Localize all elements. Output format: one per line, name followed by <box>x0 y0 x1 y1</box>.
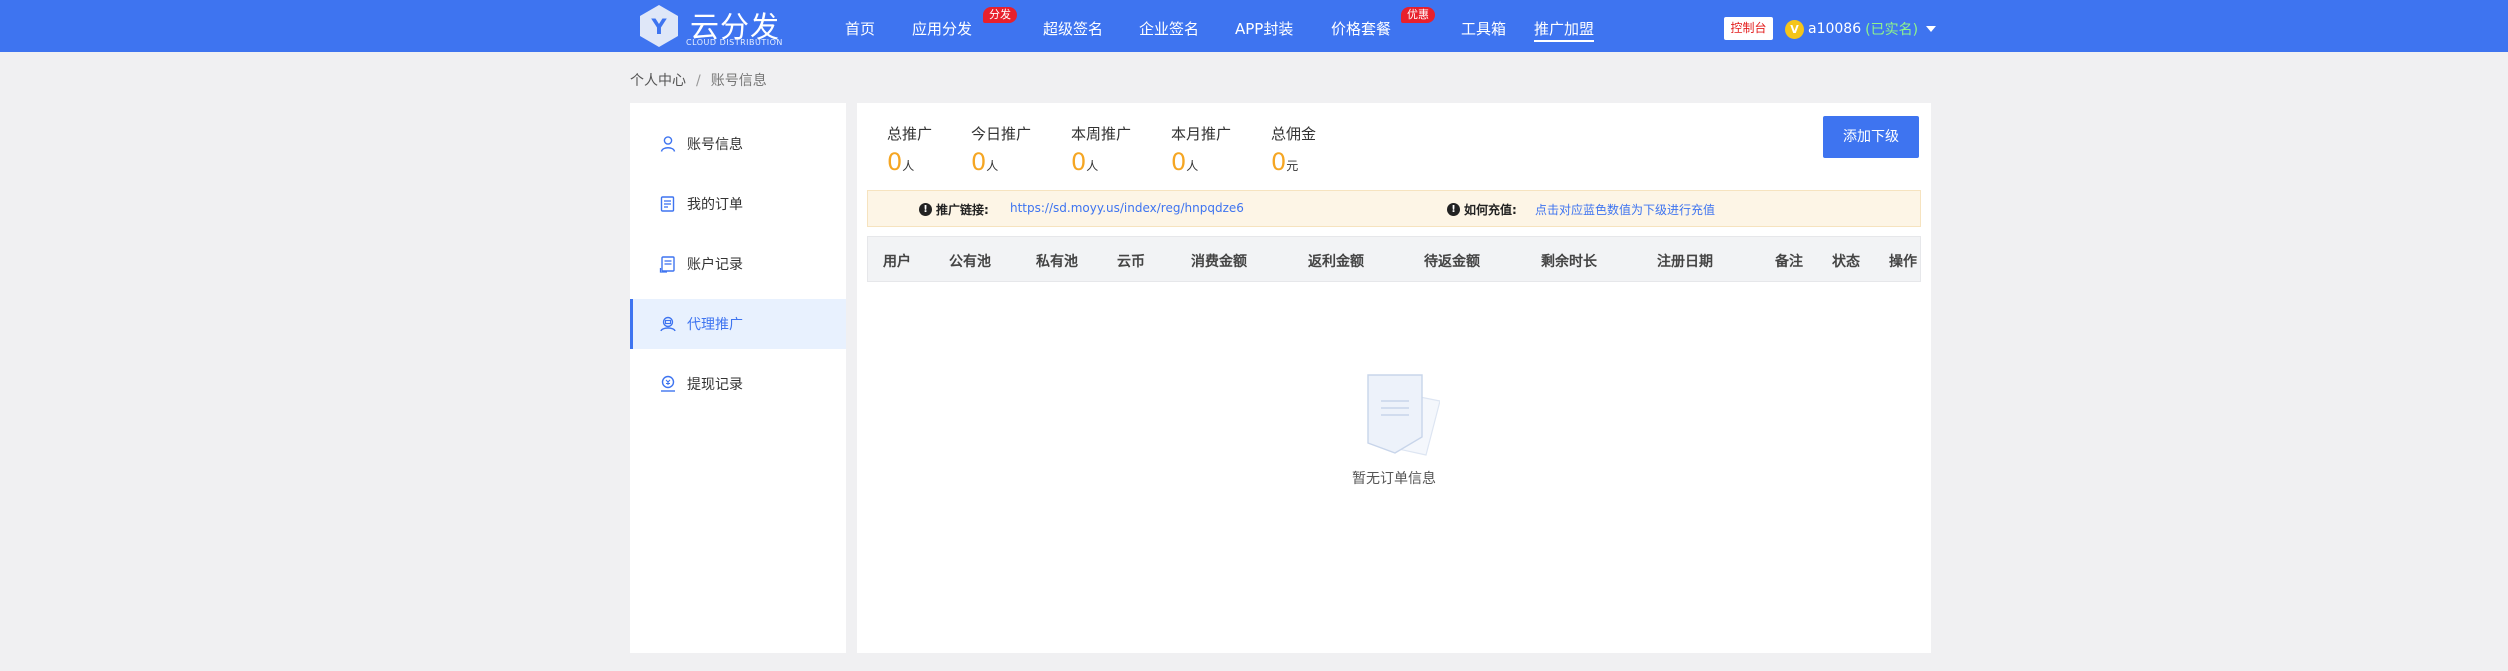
nav-app-wrap[interactable]: APP封装 <box>1235 0 1293 52</box>
sidebar-item-agent-promotion[interactable]: 代理推广 <box>630 299 846 349</box>
table-header: 用户 公有池 私有池 云币 消费金额 返利金额 待返金额 剩余时长 注册日期 备… <box>867 236 1921 282</box>
col-remark: 备注 <box>1775 254 1803 270</box>
stat-value[interactable]: 0 <box>1271 148 1286 176</box>
promo-link-label: 推广链接: <box>936 203 989 217</box>
logo[interactable]: Y 云分发 CLOUD DISTRIBUTION <box>636 2 796 50</box>
col-public-pool: 公有池 <box>949 254 991 270</box>
withdraw-icon <box>661 375 675 392</box>
stat-month-promotion: 本月推广 0人 <box>1171 125 1232 176</box>
breadcrumb: 个人中心 / 账号信息 <box>630 70 767 90</box>
nav-promotion[interactable]: 推广加盟 <box>1534 0 1595 52</box>
sidebar: 账号信息 我的订单 账户记录 代理推广 提现记录 <box>630 103 846 653</box>
caret-down-icon <box>1926 26 1937 32</box>
nav-enterprise-sign[interactable]: 企业签名 <box>1139 0 1199 52</box>
console-button[interactable]: 控制台 <box>1724 17 1773 40</box>
col-user: 用户 <box>883 254 911 270</box>
stat-value[interactable]: 0 <box>971 148 986 176</box>
col-status: 状态 <box>1832 254 1860 270</box>
col-pending-rebate: 待返金额 <box>1424 254 1480 270</box>
nav-pricing[interactable]: 价格套餐 <box>1331 0 1391 52</box>
stat-week-promotion: 本周推广 0人 <box>1071 125 1132 176</box>
stat-total-commission: 总佣金 0元 <box>1271 125 1317 176</box>
col-private-pool: 私有池 <box>1036 254 1078 270</box>
col-actions: 操作 <box>1889 254 1917 270</box>
nav-toolbox[interactable]: 工具箱 <box>1461 0 1506 52</box>
promo-link[interactable]: https://sd.moyy.us/index/reg/hnpqdze6 <box>1010 201 1244 215</box>
empty-document-icon <box>1367 374 1440 456</box>
col-register-date: 注册日期 <box>1657 254 1713 270</box>
breadcrumb-current: 账号信息 <box>710 73 767 89</box>
nav-badge-discount: 优惠 <box>1401 7 1435 23</box>
stat-unit: 元 <box>1286 159 1299 173</box>
add-subordinate-button[interactable]: 添加下级 <box>1823 116 1919 158</box>
stat-value[interactable]: 0 <box>1171 148 1186 176</box>
info-bar: ! 推广链接: https://sd.moyy.us/index/reg/hnp… <box>867 190 1921 227</box>
nav-home[interactable]: 首页 <box>845 0 875 52</box>
col-spend: 消费金额 <box>1191 254 1247 270</box>
stat-unit: 人 <box>1186 159 1199 173</box>
stat-value[interactable]: 0 <box>1071 148 1086 176</box>
record-icon <box>659 256 675 273</box>
stat-unit: 人 <box>902 159 915 173</box>
sidebar-item-my-orders[interactable]: 我的订单 <box>630 179 846 229</box>
top-navbar: Y 云分发 CLOUD DISTRIBUTION 首页 应用分发 分发 超级签名… <box>0 0 2508 52</box>
recharge-hint: 点击对应蓝色数值为下级进行充值 <box>1535 203 1716 217</box>
stat-total-promotion: 总推广 0人 <box>887 125 933 176</box>
stat-unit: 人 <box>1086 159 1099 173</box>
empty-state-text: 暂无订单信息 <box>1352 471 1436 487</box>
col-cloud-coin: 云币 <box>1117 254 1145 270</box>
user-icon <box>660 136 676 152</box>
nav-super-sign[interactable]: 超级签名 <box>1043 0 1103 52</box>
stat-value[interactable]: 0 <box>887 148 902 176</box>
vip-coin-icon: V <box>1785 19 1804 39</box>
recharge-label: 如何充值: <box>1464 203 1517 217</box>
stat-today-promotion: 今日推广 0人 <box>971 125 1032 176</box>
breadcrumb-separator: / <box>696 73 701 89</box>
logo-subtitle: CLOUD DISTRIBUTION <box>686 38 783 47</box>
svg-text:Y: Y <box>650 15 667 39</box>
sidebar-item-account-info[interactable]: 账号信息 <box>630 119 846 169</box>
exclamation-icon: ! <box>919 203 932 216</box>
exclamation-icon: ! <box>1447 203 1460 216</box>
nav-active-underline <box>1534 40 1595 42</box>
sidebar-item-account-records[interactable]: 账户记录 <box>630 239 846 289</box>
breadcrumb-root[interactable]: 个人中心 <box>630 73 686 89</box>
username: a10086 <box>1808 21 1862 37</box>
main-panel: 总推广 0人 今日推广 0人 本周推广 0人 本月推广 0人 总佣金 0元 添加… <box>857 103 1931 653</box>
order-icon <box>660 196 675 212</box>
verified-status: (已实名) <box>1865 22 1919 38</box>
logo-hexagon-icon: Y <box>640 5 678 47</box>
sidebar-item-withdraw-records[interactable]: 提现记录 <box>630 359 846 409</box>
nav-app-distribution[interactable]: 应用分发 <box>912 0 972 52</box>
col-rebate: 返利金额 <box>1308 254 1364 270</box>
user-menu[interactable]: V a10086 (已实名) <box>1785 18 1937 40</box>
agent-icon <box>660 316 676 332</box>
stat-unit: 人 <box>986 159 999 173</box>
col-remaining-time: 剩余时长 <box>1541 254 1597 270</box>
nav-badge-distribution: 分发 <box>983 7 1017 23</box>
